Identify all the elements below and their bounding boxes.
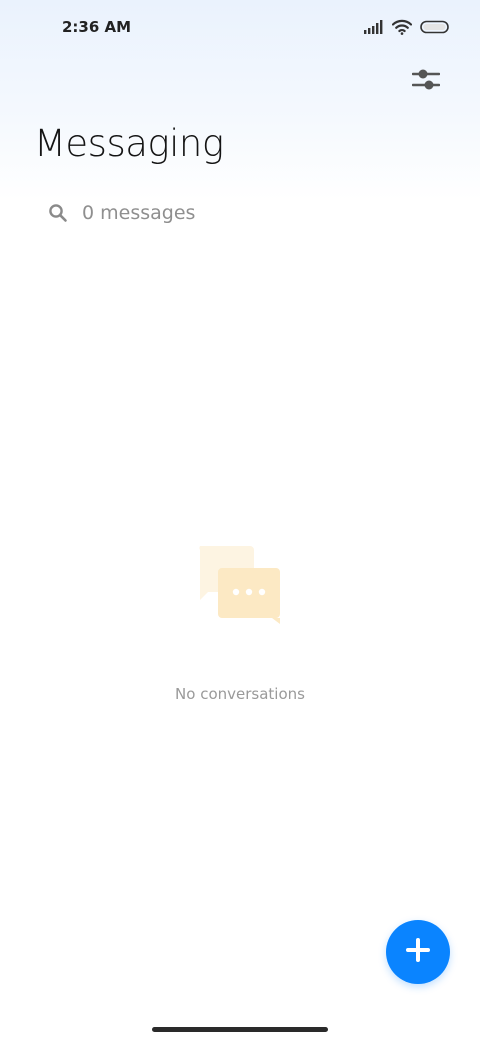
plus-icon <box>405 937 431 968</box>
search-placeholder: 0 messages <box>82 202 196 224</box>
home-indicator[interactable] <box>152 1027 328 1032</box>
search-icon <box>46 201 70 225</box>
status-bar: 2:36 AM <box>0 0 480 56</box>
signal-icon <box>364 20 384 39</box>
status-icons <box>364 19 450 40</box>
sliders-icon <box>411 68 441 97</box>
page-title: Messaging <box>34 122 224 165</box>
empty-state-text: No conversations <box>175 685 305 703</box>
chat-bubbles-icon <box>192 540 288 635</box>
battery-icon <box>420 20 450 39</box>
wifi-icon <box>391 19 413 40</box>
status-time: 2:36 AM <box>62 18 132 36</box>
new-message-button[interactable] <box>386 920 450 984</box>
search-bar[interactable]: 0 messages <box>34 190 446 236</box>
empty-state: No conversations <box>0 540 480 703</box>
filter-settings-button[interactable] <box>404 60 448 104</box>
